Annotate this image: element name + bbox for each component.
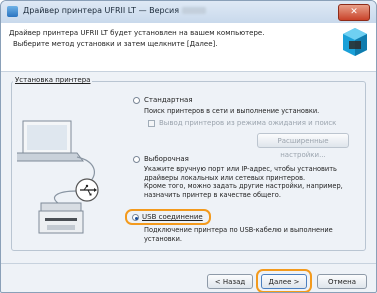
option-standard-desc: Поиск принтеров в сети и выполнение уста… xyxy=(144,107,320,115)
usb-connection-illustration xyxy=(17,120,99,234)
version-redaction xyxy=(182,7,207,14)
group-label: Установка принтера xyxy=(13,76,93,84)
custom-desc-line-1: Укажите вручную порт или IP-адрес, чтобы… xyxy=(144,165,337,173)
usb-desc-line-2: установки. xyxy=(144,234,183,243)
option-usb-label[interactable]: USB соединение xyxy=(142,213,203,221)
option-usb-desc: Подключение принтера по USB-кабелю и вып… xyxy=(144,226,359,243)
radio-usb[interactable] xyxy=(132,214,139,221)
footer-divider xyxy=(1,263,376,264)
cancel-button[interactable]: Отмена xyxy=(317,274,367,289)
option-custom-desc: Укажите вручную порт или IP-адрес, чтобы… xyxy=(144,165,359,199)
window-title-text: Драйвер принтера UFRII LT — Версия xyxy=(23,6,180,15)
next-button[interactable]: Далее > xyxy=(261,274,307,289)
option-custom-label: Выборочная xyxy=(144,155,189,163)
window-title: Драйвер принтера UFRII LT — Версия xyxy=(23,6,207,15)
advanced-settings-button[interactable]: Расширенные настройки... xyxy=(257,133,349,159)
option-standard-label: Стандартная xyxy=(144,96,193,104)
usb-icon xyxy=(75,178,99,202)
custom-desc-line-2: драйверы локальных или сетевых принтеров… xyxy=(144,173,306,182)
printer-icon xyxy=(38,202,84,234)
radio-custom[interactable] xyxy=(133,156,140,163)
header-panel: Драйвер принтера UFRII LT будет установл… xyxy=(1,23,376,72)
close-button[interactable]: ✕ xyxy=(338,4,370,21)
custom-desc-line-4: назначить принтер в качестве общего. xyxy=(144,190,281,199)
header-text-2: Выберите метод установки и затем щелкнит… xyxy=(13,40,218,48)
wake-printers-label: Вывод принтеров из режима ожидания и пои… xyxy=(159,119,337,127)
wake-printers-checkbox[interactable] xyxy=(148,120,155,127)
header-text-1: Драйвер принтера UFRII LT будет установл… xyxy=(9,29,265,37)
laptop-icon xyxy=(17,120,84,162)
custom-desc-line-3: Кроме того, можно задать другие настройк… xyxy=(144,182,343,191)
title-bar: Драйвер принтера UFRII LT — Версия ✕ xyxy=(1,1,376,24)
back-button[interactable]: < Назад xyxy=(207,274,253,289)
installer-logo-icon xyxy=(343,28,367,56)
usb-desc-line-1: Подключение принтера по USB-кабелю и вып… xyxy=(144,226,333,234)
app-icon xyxy=(7,6,18,17)
installer-window: Драйвер принтера UFRII LT — Версия ✕ Дра… xyxy=(0,0,377,293)
radio-standard[interactable] xyxy=(133,97,140,104)
